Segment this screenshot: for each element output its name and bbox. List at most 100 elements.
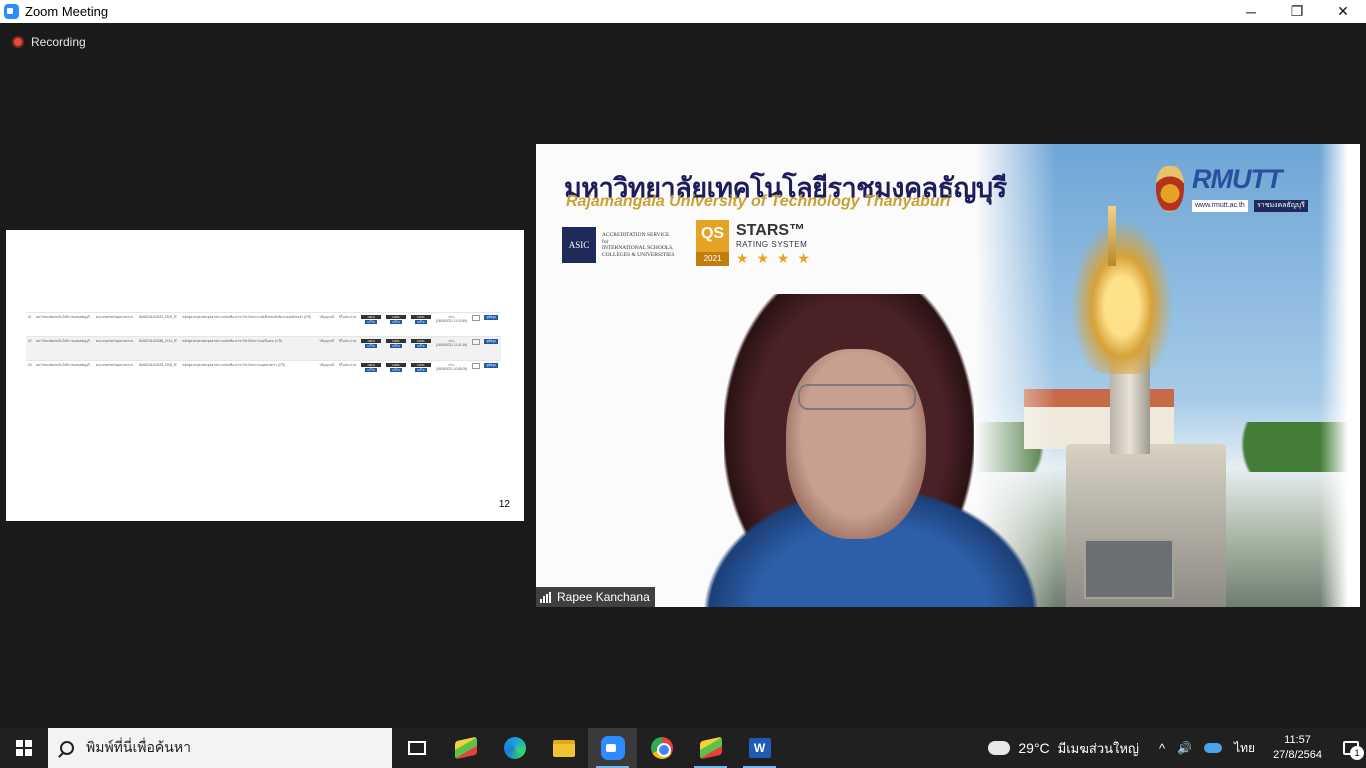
volume-icon: 🔊	[1177, 741, 1193, 755]
row-organization: มหาวิทยาลัยเทคโนโลยีราชมงคลธัญบุรี	[33, 336, 94, 361]
rmutt-wordmark: RMUTT	[1192, 164, 1282, 194]
row-program: หลักสูตรครุศาสตรอุตสาหกรรมบัณฑิต สาขาวิช…	[180, 360, 318, 385]
chevron-up-icon: ^	[1159, 740, 1166, 756]
progress-pill: 100%	[361, 315, 382, 319]
qs-stars-title: STARS™	[736, 222, 806, 239]
notification-badge: 1	[1350, 746, 1364, 760]
row-degree: ปริญญาตรี	[317, 360, 337, 385]
taskbar-bluestacks-2[interactable]	[686, 728, 735, 768]
zoom-app-icon	[4, 4, 19, 19]
task-view-icon	[407, 741, 426, 755]
monument-golden-spire	[1062, 204, 1182, 374]
table-row: 02 มหาวิทยาลัยเทคโนโลยีราชมงคลธัญบุรี คณะค…	[26, 336, 501, 361]
word-icon: W	[748, 738, 771, 758]
restore-button[interactable]: ❐	[1274, 0, 1320, 23]
zoom-icon	[600, 736, 625, 760]
system-tray: 29°C มีเมฆส่วนใหญ่ ^ 🔊 ไทย 11:57 27/8/25…	[986, 728, 1366, 768]
weather-description: มีเมฆส่วนใหญ่	[1057, 740, 1140, 756]
row-faculty: คณะครุศาสตร์อุตสาหกรรม	[93, 360, 137, 385]
taskbar-search-box[interactable]: พิมพ์ที่นี่เพื่อค้นหา	[48, 728, 392, 768]
participant-name: Rapee Kanchana	[557, 590, 650, 604]
row-code: 25481011104022_2105_IP	[136, 312, 181, 337]
show-hidden-icons-button[interactable]: ^	[1159, 741, 1165, 756]
view-detail-button[interactable]: ดูข้อมูล	[484, 363, 499, 368]
qs-stars-logo: QS 2021 STARS™ RATING SYSTEM ★ ★ ★ ★	[696, 220, 816, 268]
file-icon[interactable]	[471, 339, 480, 345]
file-icon[interactable]	[471, 363, 480, 369]
row-detail-cell: ดูข้อมูล	[482, 336, 501, 361]
clock-date: 27/8/2564	[1273, 749, 1322, 761]
taskbar-chrome[interactable]	[637, 728, 686, 768]
shared-screen-thumbnail[interactable]: 01 มหาวิทยาลัยเทคโนโลยีราชมงคลธัญบุรี คณะค…	[6, 230, 524, 521]
rmutt-url: www.rmutt.ac.th	[1192, 200, 1248, 212]
file-explorer-icon	[552, 739, 575, 757]
result-date: (24/08/2021 11:01:36)	[435, 343, 468, 348]
row-file-cell	[469, 336, 483, 361]
row-organization: มหาวิทยาลัยเทคโนโลยีราชมงคลธัญบุรี	[33, 360, 94, 385]
taskbar-clock[interactable]: 11:57 27/8/2564	[1273, 733, 1322, 763]
chrome-icon	[650, 737, 673, 759]
taskbar-edge[interactable]	[490, 728, 539, 768]
start-button[interactable]	[0, 728, 48, 768]
volume-button[interactable]: 🔊	[1177, 741, 1192, 755]
edit-button[interactable]: แก้ไข	[389, 368, 402, 372]
edit-button[interactable]: แก้ไข	[389, 344, 402, 348]
bluestacks-icon	[454, 736, 477, 760]
row-file-cell	[469, 360, 483, 385]
view-detail-button[interactable]: ดูข้อมูล	[484, 315, 499, 320]
recording-indicator[interactable]: Recording	[12, 35, 86, 49]
row-progress-cell: 100% แก้ไข	[358, 312, 384, 337]
onedrive-icon	[1204, 743, 1223, 753]
result-date: (26/08/2021 10:58:03)	[435, 367, 468, 372]
windows-taskbar: พิมพ์ที่นี่เพื่อค้นหา W 29°C มีเมฆส่วนให…	[0, 728, 1366, 768]
minimize-button[interactable]: ─	[1228, 0, 1274, 23]
row-number: 02	[26, 336, 34, 361]
close-button[interactable]: ✕	[1320, 0, 1366, 23]
bluestacks-icon	[699, 736, 722, 760]
speaker-video[interactable]: มหาวิทยาลัยเทคโนโลยีราชมงคลธัญบุรี Rajam…	[536, 144, 1360, 607]
row-progress-cell: 100% แก้ไข	[383, 360, 409, 385]
edit-button[interactable]: แก้ไข	[389, 320, 402, 324]
page-number: 12	[498, 499, 510, 510]
row-progress-cell: 100% แก้ไข	[383, 312, 409, 337]
row-code: 25481011103086_2124_IP	[136, 336, 181, 361]
language-indicator[interactable]: ไทย	[1234, 739, 1255, 758]
speaker-face	[786, 349, 926, 539]
taskbar-zoom[interactable]	[588, 728, 637, 768]
row-progress-cell: 100% แก้ไข	[383, 336, 409, 361]
edge-browser-icon	[503, 737, 526, 759]
taskbar-bluestacks[interactable]	[441, 728, 490, 768]
row-degree: ปริญญาตรี	[317, 312, 337, 337]
row-progress-cell: 100% แก้ไข	[408, 312, 434, 337]
progress-pill: 100%	[410, 339, 431, 343]
taskbar-word[interactable]: W	[735, 728, 784, 768]
weather-widget[interactable]: 29°C มีเมฆส่วนใหญ่	[986, 736, 1140, 759]
task-view-button[interactable]	[392, 728, 441, 768]
asic-logo-text: ACCREDITATION SERVICE for INTERNATIONAL …	[602, 232, 674, 258]
row-result: ผ่าน (24/08/2021 11:01:36)	[433, 336, 470, 361]
asic-text-line: ACCREDITATION SERVICE	[602, 232, 670, 238]
progress-pill: 100%	[361, 363, 382, 367]
edit-button[interactable]: แก้ไข	[365, 344, 378, 348]
edit-button[interactable]: แก้ไข	[365, 368, 378, 372]
speaker-glasses	[798, 384, 916, 410]
video-brush-overlay-right	[1320, 144, 1360, 607]
progress-pill: 100%	[385, 315, 406, 319]
edit-button[interactable]: แก้ไข	[414, 368, 427, 372]
notification-center-button[interactable]: 1	[1336, 728, 1366, 768]
row-result: ผ่าน (26/08/2021 10:58:03)	[433, 360, 470, 385]
edit-button[interactable]: แก้ไข	[414, 320, 427, 324]
view-detail-button[interactable]: ดูข้อมูล	[484, 339, 499, 344]
row-status: มีในประกาศ	[336, 336, 359, 361]
qs-star-icons: ★ ★ ★ ★	[736, 250, 812, 266]
edit-button[interactable]: แก้ไข	[414, 344, 427, 348]
edit-button[interactable]: แก้ไข	[365, 320, 378, 324]
onedrive-button[interactable]	[1204, 743, 1223, 753]
file-icon[interactable]	[471, 315, 480, 321]
window-titlebar: Zoom Meeting ─ ❐ ✕	[0, 0, 1366, 23]
asic-text-line: COLLEGES & UNIVERSITIES	[602, 251, 675, 258]
row-faculty: คณะครุศาสตร์อุตสาหกรรม	[93, 312, 137, 337]
row-detail-cell: ดูข้อมูล	[482, 312, 501, 337]
taskbar-file-explorer[interactable]	[539, 728, 588, 768]
rmutt-tagline: ราชมงคลธัญบุรี	[1254, 200, 1308, 212]
